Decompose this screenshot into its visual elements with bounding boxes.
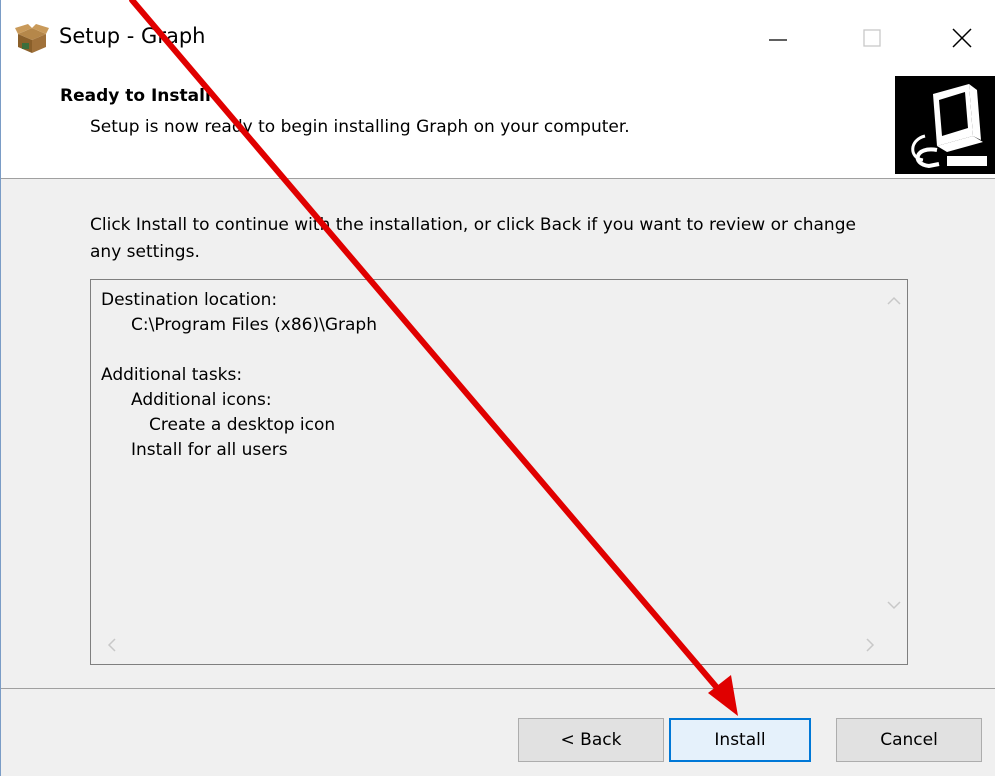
memo-line: Additional icons: — [131, 390, 272, 410]
memo-line: Additional tasks: — [101, 365, 243, 385]
maximize-button[interactable] — [847, 16, 897, 60]
maximize-icon — [863, 29, 881, 47]
vertical-scrollbar[interactable] — [881, 280, 907, 626]
title-bar[interactable]: Setup - Graph — [1, 0, 995, 76]
window-title: Setup - Graph — [59, 24, 206, 48]
memo-content: Destination location: C:\Program Files (… — [101, 288, 377, 463]
memo-line: C:\Program Files (x86)\Graph — [131, 315, 377, 335]
wizard-header: Ready to Install Setup is now ready to b… — [1, 76, 995, 179]
scroll-right-icon — [866, 638, 875, 652]
page-subtitle: Setup is now ready to begin installing G… — [90, 117, 630, 137]
footer-divider — [1, 688, 995, 689]
setup-window: Setup - Graph Ready to Install Setup is … — [0, 0, 995, 776]
scroll-up-icon — [887, 296, 901, 305]
instructions-text: Click Install to continue with the insta… — [90, 215, 856, 262]
install-button[interactable]: Install — [669, 718, 811, 762]
memo-line: Create a desktop icon — [149, 415, 336, 435]
computer-icon — [895, 76, 995, 174]
minimize-icon — [769, 39, 787, 41]
minimize-button[interactable] — [753, 16, 803, 60]
back-button[interactable]: < Back — [518, 718, 664, 762]
memo-line: Destination location: — [101, 290, 278, 310]
scroll-left-icon — [107, 638, 116, 652]
memo-spacer — [101, 338, 377, 363]
close-button[interactable] — [937, 16, 987, 60]
close-icon — [952, 28, 972, 48]
setup-box-icon — [15, 24, 49, 54]
scrollbar-corner — [881, 626, 907, 664]
ready-memo[interactable]: Destination location: C:\Program Files (… — [90, 279, 908, 665]
scroll-down-icon — [887, 601, 901, 610]
memo-line: Install for all users — [131, 440, 288, 460]
page-title: Ready to Install — [60, 86, 211, 106]
cancel-button[interactable]: Cancel — [836, 718, 982, 762]
horizontal-scrollbar[interactable] — [91, 626, 881, 664]
